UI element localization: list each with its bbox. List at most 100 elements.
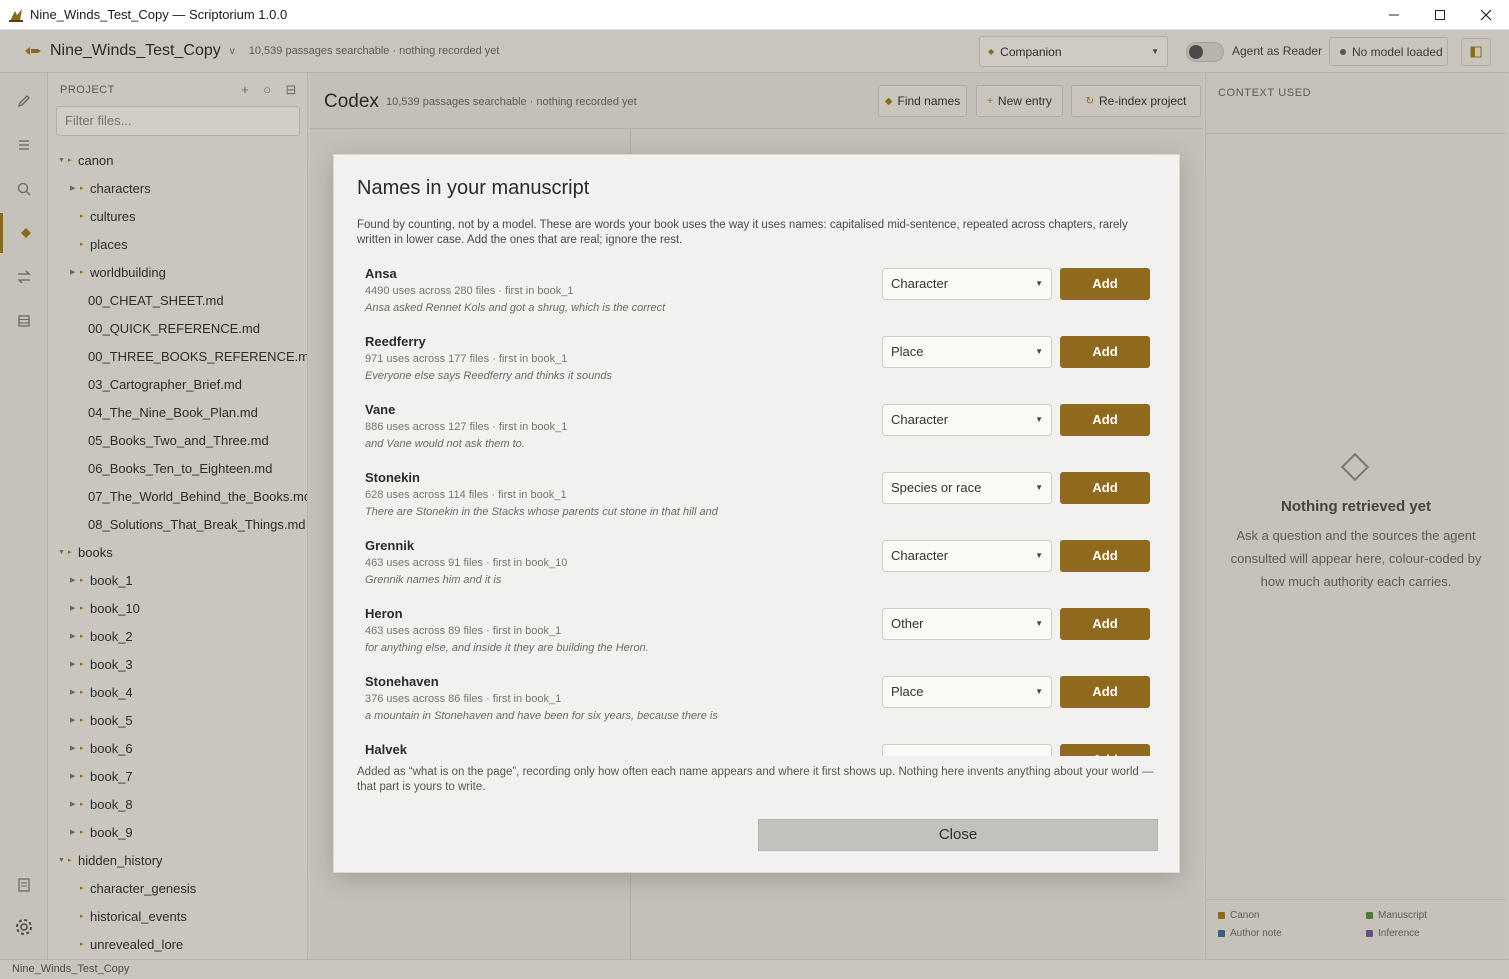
agent-reader-toggle[interactable] <box>1186 42 1224 62</box>
companion-select[interactable]: ◆ Companion ▼ <box>979 36 1168 67</box>
write-activity-button[interactable] <box>0 81 48 121</box>
add-name-button[interactable]: Add <box>1060 744 1150 756</box>
tree-item[interactable]: ▶ ▸ book_1 <box>48 566 307 594</box>
tree-item[interactable]: ▸ places <box>48 230 307 258</box>
tree-item[interactable]: 00_THREE_BOOKS_REFERENCE.md <box>48 342 307 370</box>
add-icon[interactable]: + <box>241 82 249 98</box>
folder-icon: ▸ <box>80 185 84 192</box>
chevron-down-icon[interactable]: ▼ <box>58 549 68 556</box>
tree-item-label: book_1 <box>90 572 133 588</box>
entry-type-select[interactable]: Place ▼ <box>882 676 1052 708</box>
outline-activity-button[interactable] <box>0 125 48 165</box>
entry-type-select[interactable]: Character ▼ <box>882 404 1052 436</box>
model-status-button[interactable]: No model loaded <box>1329 37 1448 66</box>
model-status-label: No model loaded <box>1352 44 1443 59</box>
tree-item-label: canon <box>78 152 114 168</box>
maximize-button[interactable] <box>1417 0 1463 30</box>
tree-item[interactable]: ▶ ▸ book_9 <box>48 818 307 846</box>
chevron-right-icon[interactable]: ▶ <box>70 184 80 192</box>
chevron-right-icon[interactable]: ▶ <box>70 268 80 276</box>
chevron-right-icon[interactable]: ▶ <box>70 688 80 696</box>
tree-item[interactable]: ▸ character_genesis <box>48 874 307 902</box>
tree-item[interactable]: ▼ ▸ hidden_history <box>48 846 307 874</box>
chevron-down-icon[interactable]: ▼ <box>58 857 68 864</box>
add-name-button[interactable]: Add <box>1060 540 1150 572</box>
codex-activity-button[interactable] <box>0 213 48 253</box>
close-window-button[interactable] <box>1463 0 1509 30</box>
folder-icon: ▸ <box>80 773 84 780</box>
entry-type-select[interactable]: Character ▼ <box>882 540 1052 572</box>
filter-files-input[interactable]: Filter files... <box>56 106 300 136</box>
tree-item[interactable]: ▶ ▸ book_8 <box>48 790 307 818</box>
tree-item[interactable]: ▶ ▸ book_10 <box>48 594 307 622</box>
tree-item[interactable]: ▸ historical_events <box>48 902 307 930</box>
chevron-down-icon[interactable]: ▼ <box>58 157 68 164</box>
tree-item[interactable]: ▶ ▸ book_5 <box>48 706 307 734</box>
tree-item[interactable]: ▸ cultures <box>48 202 307 230</box>
reindex-button[interactable]: ↻ Re-index project <box>1071 85 1201 117</box>
chevron-right-icon[interactable]: ▶ <box>70 800 80 808</box>
chevron-right-icon[interactable]: ▶ <box>70 604 80 612</box>
find-names-button[interactable]: ◆ Find names <box>878 85 967 117</box>
tree-item[interactable]: ▶ ▸ book_7 <box>48 762 307 790</box>
chevron-right-icon[interactable]: ▶ <box>70 744 80 752</box>
search-activity-button[interactable] <box>0 169 48 209</box>
tree-item[interactable]: 00_QUICK_REFERENCE.md <box>48 314 307 342</box>
notes-activity-button[interactable] <box>0 301 48 341</box>
chevron-right-icon[interactable]: ▶ <box>70 660 80 668</box>
tree-item[interactable]: ▶ ▸ book_3 <box>48 650 307 678</box>
folder-icon: ▸ <box>80 633 84 640</box>
chevron-right-icon[interactable]: ▶ <box>70 632 80 640</box>
entry-type-select[interactable]: Place ▼ <box>882 336 1052 368</box>
add-name-button[interactable]: Add <box>1060 608 1150 640</box>
tree-item[interactable]: ▶ ▸ book_4 <box>48 678 307 706</box>
chevron-right-icon[interactable]: ▶ <box>70 576 80 584</box>
tree-item[interactable]: ▼ ▸ canon <box>48 146 307 174</box>
entry-type-value: Place <box>891 344 924 359</box>
name-example-quote: and Vane would not ask them to. <box>365 438 525 450</box>
close-button[interactable]: Close <box>758 819 1158 851</box>
tree-item[interactable]: ▶ ▸ characters <box>48 174 307 202</box>
dialog-title: Names in your manuscript <box>357 177 590 199</box>
collapse-icon[interactable]: ⊟ <box>286 82 297 98</box>
entry-type-select[interactable]: Character ▼ <box>882 268 1052 300</box>
tree-item[interactable]: ▼ ▸ books <box>48 538 307 566</box>
divider <box>1206 133 1506 134</box>
sync-activity-button[interactable] <box>0 257 48 297</box>
tree-item[interactable]: 05_Books_Two_and_Three.md <box>48 426 307 454</box>
tree-item[interactable]: 00_CHEAT_SHEET.md <box>48 286 307 314</box>
names-list[interactable]: Ansa 4490 uses across 280 files · first i… <box>357 261 1157 756</box>
entry-type-select[interactable]: ▼ <box>882 744 1052 756</box>
tree-item[interactable]: ▸ unrevealed_lore <box>48 930 307 958</box>
tree-item[interactable]: 06_Books_Ten_to_Eighteen.md <box>48 454 307 482</box>
settings-button[interactable] <box>0 907 48 947</box>
project-switcher[interactable]: Nine_Winds_Test_Copy <box>50 42 221 60</box>
minimize-button[interactable] <box>1371 0 1417 30</box>
codex-title: Codex <box>324 91 379 112</box>
add-name-button[interactable]: Add <box>1060 268 1150 300</box>
refresh-icon: ↻ <box>1085 95 1094 107</box>
add-name-button[interactable]: Add <box>1060 472 1150 504</box>
tree-item[interactable]: 03_Cartographer_Brief.md <box>48 370 307 398</box>
chevron-down-icon[interactable]: v <box>230 46 235 57</box>
entry-type-select[interactable]: Other ▼ <box>882 608 1052 640</box>
entry-type-select[interactable]: Species or race ▼ <box>882 472 1052 504</box>
panel-toggle-button[interactable] <box>1461 38 1491 66</box>
add-name-button[interactable]: Add <box>1060 404 1150 436</box>
tree-item[interactable]: 04_The_Nine_Book_Plan.md <box>48 398 307 426</box>
tree-item[interactable]: 08_Solutions_That_Break_Things.md <box>48 510 307 538</box>
chevron-right-icon[interactable]: ▶ <box>70 828 80 836</box>
name-label: Vane <box>365 402 396 417</box>
tree-item[interactable]: ▶ ▸ book_2 <box>48 622 307 650</box>
tree-item-label: book_4 <box>90 684 133 700</box>
tree-item[interactable]: 07_The_World_Behind_the_Books.md <box>48 482 307 510</box>
chevron-right-icon[interactable]: ▶ <box>70 716 80 724</box>
tree-item[interactable]: ▶ ▸ worldbuilding <box>48 258 307 286</box>
document-activity-button[interactable] <box>0 865 48 905</box>
add-name-button[interactable]: Add <box>1060 336 1150 368</box>
new-entry-button[interactable]: + New entry <box>976 85 1063 117</box>
refresh-icon[interactable]: ○ <box>263 82 271 98</box>
tree-item[interactable]: ▶ ▸ book_6 <box>48 734 307 762</box>
add-name-button[interactable]: Add <box>1060 676 1150 708</box>
chevron-right-icon[interactable]: ▶ <box>70 772 80 780</box>
